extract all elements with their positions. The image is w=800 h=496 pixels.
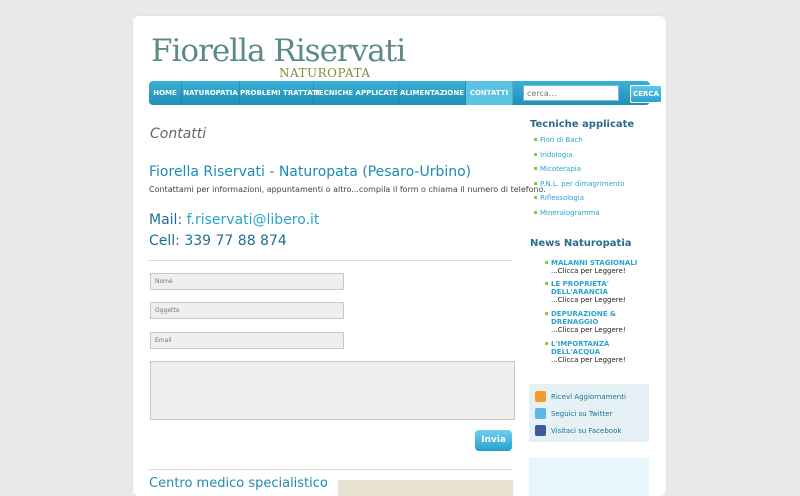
site-logo[interactable]: Fiorella Riservati NATUROPATA xyxy=(151,33,406,80)
message-textarea[interactable] xyxy=(150,361,515,420)
sidebar-link-label: Riflessologia xyxy=(540,194,585,202)
news-item[interactable]: MALANNI STAGIONALI ...Clicca per Leggere… xyxy=(545,259,637,275)
mail-label: Mail: xyxy=(149,212,183,228)
news-item[interactable]: LE PROPRIETA' DELL'ARANCIA ...Clicca per… xyxy=(545,280,626,304)
sidebar-link-micoterapia[interactable]: Micoterapia xyxy=(534,165,582,173)
nav-item-home[interactable]: HOME xyxy=(149,81,182,105)
bullet-icon xyxy=(534,211,537,214)
nav-item-naturopatia[interactable]: NATUROPATIA xyxy=(182,81,240,105)
sidebar-link-label: P.N.L. per dimagrimento xyxy=(540,180,625,188)
sidebar-link-label: Mineralogramma xyxy=(540,209,600,217)
twitter-icon xyxy=(535,408,546,419)
news-item[interactable]: L'IMPORTANZA DELL'ACQUA ...Clicca per Le… xyxy=(545,340,626,364)
nav-item-contatti[interactable]: CONTATTI xyxy=(466,81,513,105)
nav-item-problemi-trattati[interactable]: PROBLEMI TRATTATI xyxy=(240,81,320,105)
social-label: Ricevi Aggiornamenti xyxy=(551,393,626,401)
news-read-more[interactable]: ...Clicca per Leggere! xyxy=(551,267,637,275)
logo-name: Fiorella Riservati xyxy=(151,33,406,69)
news-title[interactable]: DRENAGGIO xyxy=(551,318,626,326)
nav-item-tecniche-applicate[interactable]: TECNICHE APPLICATE xyxy=(314,81,399,105)
facebook-icon xyxy=(535,425,546,436)
bullet-icon xyxy=(534,153,537,156)
news-title[interactable]: LE PROPRIETA' xyxy=(551,280,626,288)
subject-field[interactable] xyxy=(150,302,344,319)
divider xyxy=(149,469,513,470)
rss-icon xyxy=(535,391,546,402)
news-item[interactable]: DEPURAZIONE & DRENAGGIO ...Clicca per Le… xyxy=(545,310,626,334)
sidebar-link-riflessologia[interactable]: Riflessologia xyxy=(534,194,585,202)
sidebar-link-label: Iridologia xyxy=(540,151,573,159)
bullet-icon xyxy=(534,182,537,185)
news-title[interactable]: DELL'ACQUA xyxy=(551,348,626,356)
cell-label: Cell: xyxy=(149,233,180,249)
main-nav: HOME NATUROPATIA PROBLEMI TRATTATI TECNI… xyxy=(149,81,662,105)
bullet-icon xyxy=(534,167,537,170)
email-field[interactable] xyxy=(150,332,344,349)
sidebar-link-iridologia[interactable]: Iridologia xyxy=(534,151,573,159)
search-button[interactable]: CERCA xyxy=(630,85,662,103)
sidebar-tecniche-title: Tecniche applicate xyxy=(530,119,635,130)
sidebar-link-pnl[interactable]: P.N.L. per dimagrimento xyxy=(534,180,625,188)
bullet-icon xyxy=(545,312,548,315)
map-image xyxy=(338,480,513,496)
news-read-more[interactable]: ...Clicca per Leggere! xyxy=(551,356,626,364)
news-read-more[interactable]: ...Clicca per Leggere! xyxy=(551,296,626,304)
bullet-icon xyxy=(534,138,537,141)
bullet-icon xyxy=(545,261,548,264)
send-button[interactable]: Invia xyxy=(475,430,512,451)
contact-intro: Contattami per informazioni, appuntament… xyxy=(149,185,546,194)
bullet-icon xyxy=(534,196,537,199)
social-label: Visitaci su Facebook xyxy=(551,427,622,435)
sidebar-widget xyxy=(529,458,649,496)
contact-heading: Fiorella Riservati - Naturopata (Pesaro-… xyxy=(149,164,472,180)
search-input[interactable] xyxy=(523,85,619,101)
news-read-more[interactable]: ...Clicca per Leggere! xyxy=(551,326,626,334)
sidebar-news-title: News Naturopatia xyxy=(530,238,632,249)
mail-line: Mail: f.riservati@libero.it xyxy=(149,212,319,228)
logo-subtitle: NATUROPATA xyxy=(279,66,371,80)
name-field[interactable] xyxy=(150,273,344,290)
page-container: Fiorella Riservati NATUROPATA HOME NATUR… xyxy=(133,16,666,496)
mail-link[interactable]: f.riservati@libero.it xyxy=(187,212,320,228)
bullet-icon xyxy=(545,282,548,285)
nav-item-alimentazione[interactable]: ALIMENTAZIONE xyxy=(399,81,466,105)
sidebar-link-mineralogramma[interactable]: Mineralogramma xyxy=(534,209,600,217)
cell-number: 339 77 88 874 xyxy=(184,233,287,249)
divider xyxy=(149,260,513,261)
page-title: Contatti xyxy=(150,126,207,142)
news-title[interactable]: DELL'ARANCIA xyxy=(551,288,626,296)
cell-line: Cell: 339 77 88 874 xyxy=(149,233,287,249)
social-box: Ricevi Aggiornamenti Seguici su Twitter … xyxy=(529,384,649,442)
sidebar-link-label: Fiori di Bach xyxy=(540,136,583,144)
social-label: Seguici su Twitter xyxy=(551,410,613,418)
news-title[interactable]: L'IMPORTANZA xyxy=(551,340,626,348)
news-title[interactable]: DEPURAZIONE & xyxy=(551,310,626,318)
news-title[interactable]: MALANNI STAGIONALI xyxy=(551,259,637,267)
bullet-icon xyxy=(545,342,548,345)
sidebar-link-fiori-di-bach[interactable]: Fiori di Bach xyxy=(534,136,583,144)
sidebar-link-label: Micoterapia xyxy=(540,165,582,173)
